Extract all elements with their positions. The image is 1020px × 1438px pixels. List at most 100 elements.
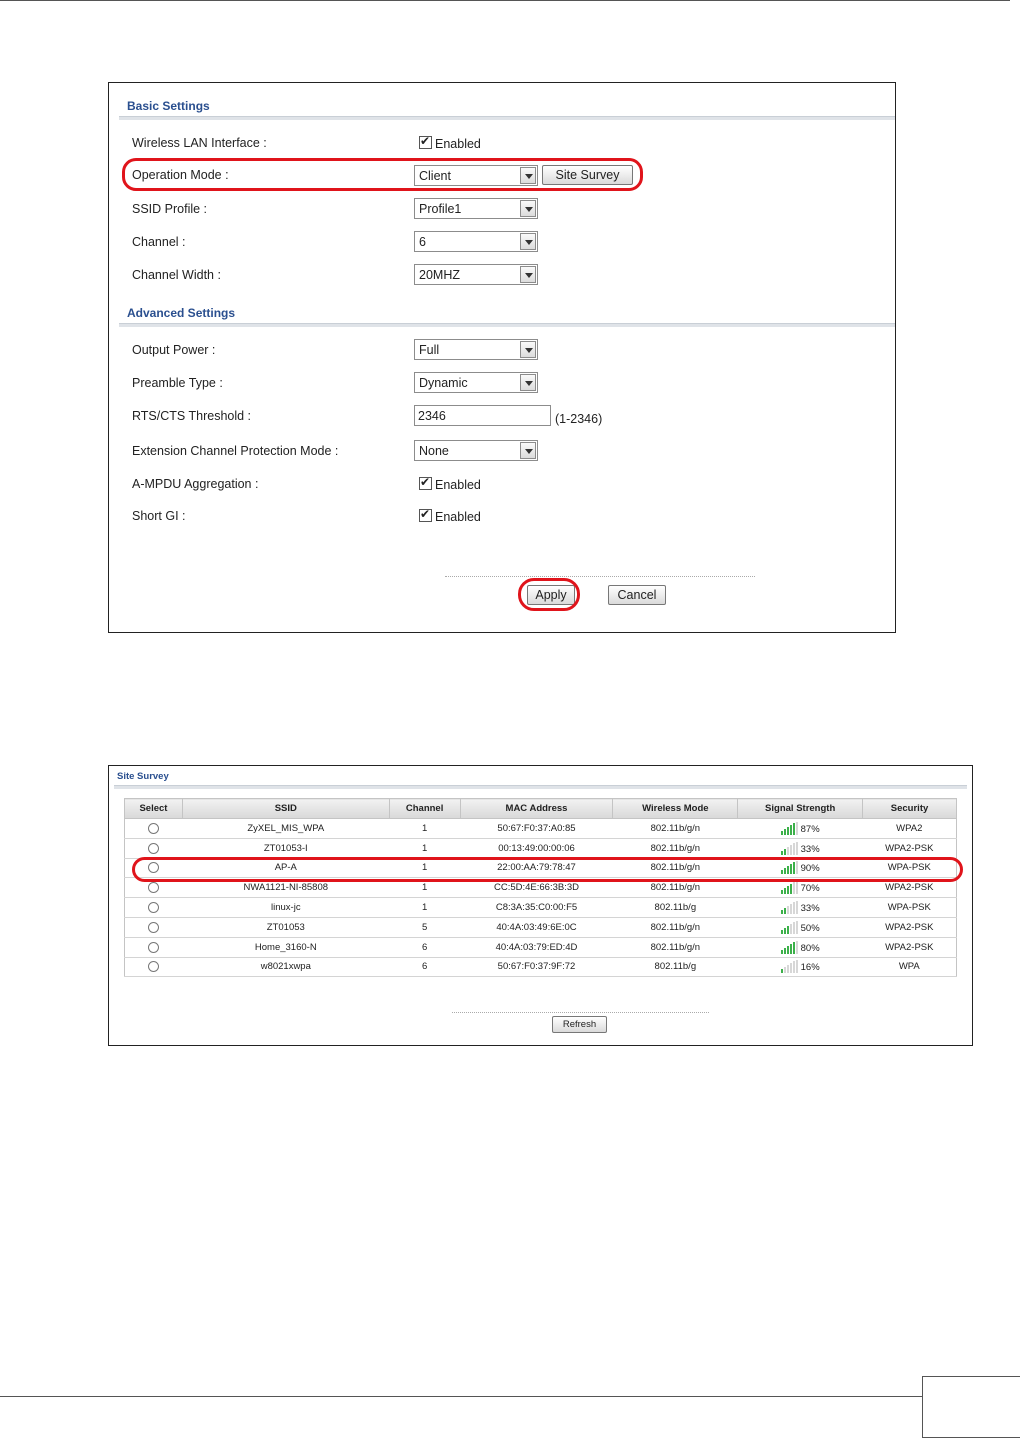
ampdu-aggregation-label: A-MPDU Aggregation : — [132, 477, 259, 491]
signal-strength-icon — [780, 821, 799, 835]
channel-cell: 6 — [389, 937, 461, 958]
select-radio[interactable] — [148, 921, 160, 933]
signal-percent: 87% — [800, 823, 820, 835]
chevron-down-icon — [520, 374, 536, 391]
wireless-mode-cell: 802.11b/g/n — [612, 917, 738, 938]
ampdu-enabled-label: Enabled — [435, 478, 481, 492]
signal-strength-icon — [780, 960, 799, 974]
select-radio[interactable] — [148, 902, 160, 914]
channel-value: 6 — [419, 235, 426, 249]
signal-percent: 70% — [800, 883, 820, 895]
channel-width-value: 20MHZ — [419, 268, 460, 282]
channel-cell: 1 — [389, 897, 461, 918]
mac-address-cell: 50:67:F0:37:A0:85 — [460, 818, 613, 839]
ssid-profile-select[interactable]: Profile1 — [414, 198, 538, 219]
column-header-wireless-mode: Wireless Mode — [612, 798, 739, 819]
signal-strength-icon — [780, 841, 799, 855]
column-header-ssid: SSID — [181, 798, 390, 819]
ssid-cell: ZT01053 — [182, 917, 390, 938]
refresh-button[interactable]: Refresh — [552, 1016, 607, 1033]
security-cell: WPA2 — [862, 818, 957, 839]
signal-percent: 80% — [800, 942, 820, 954]
security-cell: WPA-PSK — [862, 897, 957, 918]
wireless-mode-cell: 802.11b/g — [612, 897, 738, 918]
extension-channel-protection-value: None — [419, 444, 449, 458]
page-number-box — [922, 1376, 1020, 1438]
output-power-select[interactable]: Full — [414, 339, 538, 360]
channel-select[interactable]: 6 — [414, 231, 538, 252]
advanced-settings-title: Advanced Settings — [127, 306, 236, 320]
table-row[interactable]: Home_3160-N 6 40:4A:03:79:ED:4D 802.11b/g/n… — [124, 937, 957, 958]
select-radio[interactable] — [148, 941, 160, 953]
footer-rule — [0, 1396, 922, 1397]
chevron-down-icon — [520, 341, 536, 358]
cancel-button[interactable]: Cancel — [608, 585, 666, 605]
channel-cell: 6 — [389, 957, 461, 978]
apply-highlight — [518, 578, 580, 611]
column-header-select: Select — [124, 798, 183, 819]
wireless-mode-cell: 802.11b/g/n — [612, 818, 738, 839]
column-header-mac-address: MAC Address — [459, 798, 614, 819]
signal-strength-icon — [780, 901, 799, 915]
ssid-cell: w8021xwpa — [182, 957, 390, 978]
preamble-type-label: Preamble Type : — [132, 376, 223, 390]
wireless-mode-cell: 802.11b/g — [612, 957, 738, 978]
wireless-lan-enabled-checkbox[interactable] — [419, 134, 432, 149]
table-row[interactable]: ZyXEL_MIS_WPA 1 50:67:F0:37:A0:85 802.11b/g… — [124, 818, 957, 839]
signal-strength-cell: 33% — [737, 838, 863, 859]
operation-mode-highlight — [122, 158, 643, 191]
column-header-signal-strength: Signal Strength — [737, 798, 864, 819]
section-divider — [119, 116, 895, 120]
chevron-down-icon — [520, 233, 536, 250]
rts-cts-threshold-input[interactable]: 2346 — [414, 405, 551, 426]
wireless-lan-enabled-label: Enabled — [435, 137, 481, 151]
output-power-label: Output Power : — [132, 343, 216, 357]
preamble-type-select[interactable]: Dynamic — [414, 372, 538, 393]
mac-address-cell: 40:4A:03:49:6E:0C — [460, 917, 613, 938]
security-cell: WPA2-PSK — [862, 917, 957, 938]
table-row[interactable]: ZT01053 5 40:4A:03:49:6E:0C 802.11b/g/n 50% W… — [124, 917, 957, 938]
ssid-profile-value: Profile1 — [419, 202, 462, 216]
extension-channel-protection-select[interactable]: None — [414, 440, 538, 461]
select-radio[interactable] — [148, 882, 160, 894]
channel-width-select[interactable]: 20MHZ — [414, 264, 538, 285]
table-row[interactable]: ZT01053-I 1 00:13:49:00:00:06 802.11b/g/n 33… — [124, 838, 957, 859]
signal-strength-cell: 33% — [737, 897, 863, 918]
output-power-value: Full — [419, 343, 440, 357]
ssid-profile-label: SSID Profile : — [132, 202, 208, 216]
ssid-cell: ZyXEL_MIS_WPA — [182, 818, 390, 839]
signal-strength-icon — [780, 881, 799, 895]
button-divider — [445, 576, 755, 577]
ampdu-enabled-checkbox[interactable] — [419, 475, 432, 490]
channel-cell: 5 — [389, 917, 461, 938]
short-gi-enabled-checkbox[interactable] — [419, 507, 432, 522]
channel-cell: 1 — [389, 818, 461, 839]
preamble-type-value: Dynamic — [419, 376, 468, 390]
section-divider — [119, 323, 895, 327]
ssid-cell: Home_3160-N — [182, 937, 390, 958]
signal-strength-icon — [780, 920, 799, 934]
signal-percent: 33% — [800, 843, 820, 855]
wireless-mode-cell: 802.11b/g/n — [612, 838, 738, 859]
button-divider — [452, 1012, 709, 1013]
mac-address-cell: 00:13:49:00:00:06 — [460, 838, 613, 859]
basic-settings-title: Basic Settings — [127, 99, 210, 113]
mac-address-cell: C8:3A:35:C0:00:F5 — [460, 897, 613, 918]
table-row[interactable]: linux-jc 1 C8:3A:35:C0:00:F5 802.11b/g 33% WP… — [124, 897, 957, 918]
security-cell: WPA — [862, 957, 957, 978]
mac-address-cell: 50:67:F0:37:9F:72 — [460, 957, 613, 978]
chevron-down-icon — [520, 266, 536, 283]
channel-cell: 1 — [389, 838, 461, 859]
table-row[interactable]: w8021xwpa 6 50:67:F0:37:9F:72 802.11b/g 16% W… — [124, 957, 957, 978]
chevron-down-icon — [520, 200, 536, 217]
select-radio[interactable] — [148, 842, 160, 854]
column-header-channel: Channel — [388, 798, 461, 819]
channel-label: Channel : — [132, 235, 186, 249]
select-radio[interactable] — [148, 822, 160, 834]
short-gi-label: Short GI : — [132, 509, 186, 523]
extension-channel-protection-label: Extension Channel Protection Mode : — [132, 444, 339, 458]
channel-width-label: Channel Width : — [132, 268, 221, 282]
signal-percent: 50% — [800, 922, 820, 934]
section-divider — [114, 785, 967, 789]
select-radio[interactable] — [148, 961, 160, 973]
